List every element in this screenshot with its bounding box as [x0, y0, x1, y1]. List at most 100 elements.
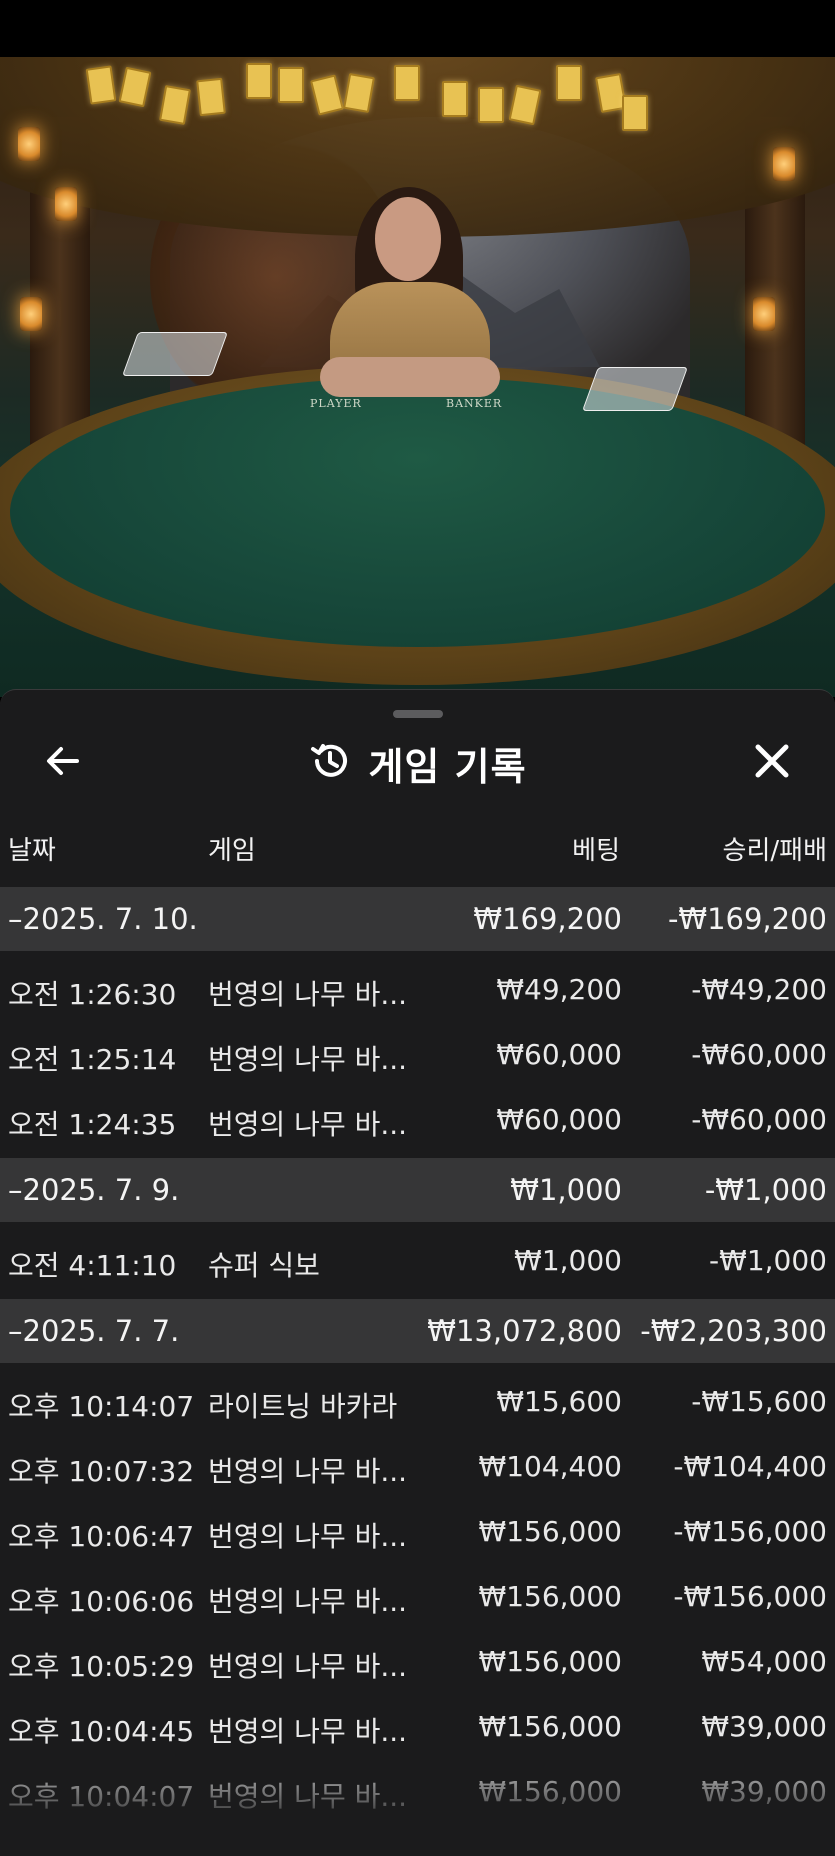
row-time: 오후 10:06:06	[8, 1585, 195, 1618]
row-game: 번영의 나무 바...	[208, 1455, 408, 1488]
row-result: -₩49,200	[691, 973, 827, 1006]
lantern-icon	[20, 297, 42, 331]
column-header-date: 날짜	[8, 836, 56, 866]
row-game: 번영의 나무 바...	[208, 1650, 408, 1683]
row-result: ₩39,000	[701, 1775, 827, 1808]
lantern-icon	[773, 147, 795, 181]
row-result: -₩104,400	[673, 1450, 827, 1483]
date-group-row[interactable]: –2025. 7. 10. ₩169,200 -₩169,200	[0, 887, 835, 951]
history-row[interactable]: 오후 10:07:32 번영의 나무 바... ₩104,400 -₩104,4…	[0, 1434, 835, 1499]
history-row[interactable]: 오전 1:26:30 번영의 나무 바... ₩49,200 -₩49,200	[0, 957, 835, 1022]
row-bet: ₩15,600	[496, 1385, 622, 1418]
group-bet-total: ₩1,000	[510, 1173, 622, 1207]
row-result: -₩156,000	[673, 1580, 827, 1613]
hanging-card	[85, 65, 117, 105]
history-row[interactable]: 오전 4:11:10 슈퍼 식보 ₩1,000 -₩1,000	[0, 1228, 835, 1293]
lantern-icon	[55, 187, 77, 221]
card-shoe	[581, 367, 689, 411]
page-title: 게임 기록	[368, 744, 527, 789]
group-bet-total: ₩169,200	[473, 902, 622, 936]
status-bar	[0, 0, 835, 57]
hanging-card	[394, 65, 420, 101]
row-result: -₩60,000	[691, 1038, 827, 1071]
history-row[interactable]: 오후 10:06:06 번영의 나무 바... ₩156,000 -₩156,0…	[0, 1564, 835, 1629]
sheet-title-group: 게임 기록	[308, 736, 526, 791]
row-result: -₩156,000	[673, 1515, 827, 1548]
date-group-row[interactable]: –2025. 7. 7. ₩13,072,800 -₩2,203,300	[0, 1299, 835, 1363]
live-dealer-video: PLAYER BANKER	[0, 57, 835, 697]
row-time: 오후 10:06:47	[8, 1520, 195, 1553]
group-date: –2025. 7. 9.	[8, 1173, 180, 1207]
column-header-bet: 베팅	[572, 836, 620, 866]
group-date: –2025. 7. 7.	[8, 1314, 180, 1348]
history-row[interactable]: 오전 1:25:14 번영의 나무 바... ₩60,000 -₩60,000	[0, 1022, 835, 1087]
hanging-card	[478, 87, 504, 123]
row-game: 번영의 나무 바...	[208, 1043, 408, 1076]
date-group-row[interactable]: –2025. 7. 9. ₩1,000 -₩1,000	[0, 1158, 835, 1222]
group-date: –2025. 7. 10.	[8, 902, 198, 936]
hanging-card	[278, 67, 304, 103]
row-bet: ₩156,000	[478, 1515, 622, 1548]
row-time: 오전 1:26:30	[8, 978, 177, 1011]
row-time: 오후 10:04:07	[8, 1780, 195, 1813]
column-header-game: 게임	[208, 836, 256, 866]
felt-label-player: PLAYER	[310, 397, 362, 410]
row-game: 번영의 나무 바...	[208, 1780, 408, 1813]
row-result: ₩39,000	[701, 1710, 827, 1743]
row-time: 오후 10:04:45	[8, 1715, 195, 1748]
history-row[interactable]: 오후 10:04:07 번영의 나무 바... ₩156,000 ₩39,000	[0, 1759, 835, 1824]
history-row[interactable]: 오전 1:24:35 번영의 나무 바... ₩60,000 -₩60,000	[0, 1087, 835, 1152]
row-game: 번영의 나무 바...	[208, 1585, 408, 1618]
row-bet: ₩156,000	[478, 1710, 622, 1743]
row-time: 오후 10:07:32	[8, 1455, 195, 1488]
hanging-card	[442, 81, 468, 117]
group-result-total: -₩1,000	[704, 1173, 827, 1207]
back-button[interactable]	[38, 738, 88, 788]
arrow-left-icon	[43, 741, 83, 785]
felt-label-banker: BANKER	[446, 397, 503, 410]
row-bet: ₩104,400	[478, 1450, 622, 1483]
hanging-card	[622, 95, 648, 131]
history-row[interactable]: 오후 10:06:47 번영의 나무 바... ₩156,000 -₩156,0…	[0, 1499, 835, 1564]
row-bet: ₩156,000	[478, 1580, 622, 1613]
close-icon	[753, 742, 791, 784]
history-row[interactable]: 오후 10:05:29 번영의 나무 바... ₩156,000 ₩54,000	[0, 1629, 835, 1694]
close-button[interactable]	[747, 738, 797, 788]
hanging-card	[196, 77, 226, 117]
history-list: –2025. 7. 10. ₩169,200 -₩169,200 오전 1:26…	[0, 887, 835, 1824]
row-bet: ₩49,200	[496, 973, 622, 1006]
row-result: -₩15,600	[691, 1385, 827, 1418]
row-game: 번영의 나무 바...	[208, 1520, 408, 1553]
dealer-face	[375, 197, 441, 281]
row-result: -₩60,000	[691, 1103, 827, 1136]
table-header: 날짜 게임 베팅 승리/패배	[0, 830, 835, 870]
row-bet: ₩60,000	[496, 1038, 622, 1071]
row-result: ₩54,000	[701, 1645, 827, 1678]
group-bet-total: ₩13,072,800	[427, 1314, 622, 1348]
drag-handle[interactable]	[393, 710, 443, 718]
history-row[interactable]: 오후 10:14:07 라이트닝 바카라 ₩15,600 -₩15,600	[0, 1369, 835, 1434]
row-bet: ₩156,000	[478, 1645, 622, 1678]
row-bet: ₩156,000	[478, 1775, 622, 1808]
row-result: -₩1,000	[709, 1244, 827, 1277]
hanging-card	[246, 63, 272, 99]
lantern-icon	[753, 297, 775, 331]
row-game: 슈퍼 식보	[208, 1249, 320, 1282]
row-time: 오후 10:14:07	[8, 1390, 195, 1423]
row-time: 오전 1:24:35	[8, 1108, 177, 1141]
group-result-total: -₩2,203,300	[640, 1314, 827, 1348]
card-shoe	[121, 332, 229, 376]
history-row[interactable]: 오후 10:04:45 번영의 나무 바... ₩156,000 ₩39,000	[0, 1694, 835, 1759]
sheet-header: 게임 기록	[0, 728, 835, 798]
row-bet: ₩1,000	[514, 1244, 622, 1277]
baccarat-table-felt	[10, 377, 825, 647]
row-time: 오전 4:11:10	[8, 1249, 177, 1282]
row-game: 번영의 나무 바...	[208, 1715, 408, 1748]
hanging-card	[556, 65, 582, 101]
column-header-result: 승리/패배	[722, 836, 827, 866]
history-icon	[308, 739, 352, 787]
game-history-sheet: 게임 기록 날짜 게임 베팅 승리/패배 –2025. 7. 10. ₩169,…	[0, 689, 835, 1856]
row-game: 번영의 나무 바...	[208, 978, 408, 1011]
lantern-icon	[18, 127, 40, 161]
row-game: 번영의 나무 바...	[208, 1108, 408, 1141]
